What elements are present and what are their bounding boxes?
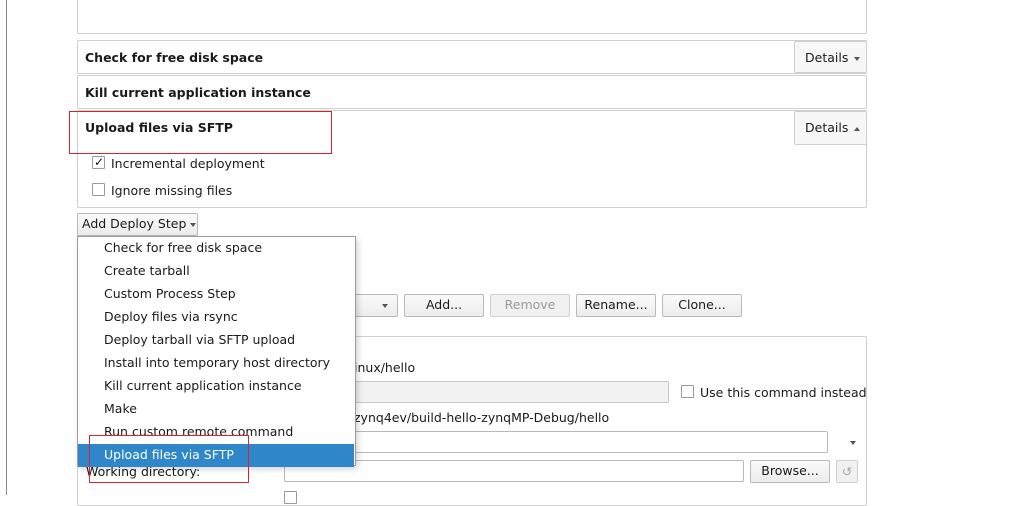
menu-item[interactable]: Upload files via SFTP <box>78 444 354 467</box>
chevron-down-icon <box>854 56 861 61</box>
ignore-missing-files-label: Ignore missing files <box>111 183 233 198</box>
chevron-up-icon <box>854 126 861 131</box>
chevron-down-icon <box>190 222 197 227</box>
incremental-deployment-checkbox[interactable]: ✓ <box>92 155 105 169</box>
checkmark-icon: ✓ <box>94 155 105 169</box>
executable-path-text: inux/hello <box>354 360 416 375</box>
add-button[interactable]: Add... <box>404 294 484 317</box>
use-command-instead-checkbox[interactable] <box>681 385 694 398</box>
reset-button[interactable]: ↺ <box>836 460 858 483</box>
add-deploy-step-label: Add Deploy Step <box>82 216 187 231</box>
arguments-field[interactable] <box>284 431 828 453</box>
remove-button[interactable]: Remove <box>490 294 570 317</box>
chevron-down-icon[interactable] <box>850 441 856 445</box>
rename-button[interactable]: Rename... <box>576 294 656 317</box>
step-title: Upload files via SFTP <box>85 120 233 135</box>
deploy-step-kill-instance: Kill current application instance <box>77 75 867 109</box>
menu-item[interactable]: Custom Process Step <box>78 283 354 306</box>
run-in-terminal-checkbox[interactable] <box>284 491 297 504</box>
step-title: Check for free disk space <box>85 50 264 65</box>
deploy-step-check-disk-space: Check for free disk space Details <box>77 40 867 74</box>
deploy-step-upload-sftp: Upload files via SFTP Details ✓ Incremen… <box>77 110 867 208</box>
clone-button[interactable]: Clone... <box>662 294 742 317</box>
browse-button[interactable]: Browse... <box>750 460 830 483</box>
incremental-deployment-label: Incremental deployment <box>111 156 265 171</box>
menu-item[interactable]: Run custom remote command <box>78 421 354 444</box>
add-deploy-step-button[interactable]: Add Deploy Step <box>77 213 198 236</box>
step-title: Kill current application instance <box>85 85 311 100</box>
add-deploy-step-menu: Check for free disk space Create tarball C… <box>77 236 356 467</box>
menu-item[interactable]: Kill current application instance <box>78 375 354 398</box>
top-panel <box>77 0 867 34</box>
details-button[interactable]: Details <box>794 111 867 145</box>
menu-item[interactable]: Install into temporary host directory <box>78 352 354 375</box>
remote-path-text: zynq4ev/build-hello-zynqMP-Debug/hello <box>354 410 610 425</box>
reset-icon: ↺ <box>841 464 853 479</box>
menu-item[interactable]: Deploy tarball via SFTP upload <box>78 329 354 352</box>
left-border-line <box>6 0 7 495</box>
menu-item[interactable]: Deploy files via rsync <box>78 306 354 329</box>
ignore-missing-files-checkbox[interactable] <box>92 183 105 196</box>
details-button[interactable]: Details <box>794 41 867 73</box>
use-command-instead-label: Use this command instead <box>700 385 867 400</box>
details-label: Details <box>805 50 849 65</box>
chevron-down-icon <box>382 304 388 308</box>
menu-item[interactable]: Check for free disk space <box>78 237 354 260</box>
menu-item[interactable]: Make <box>78 398 354 421</box>
details-label: Details <box>805 120 849 135</box>
menu-item[interactable]: Create tarball <box>78 260 354 283</box>
